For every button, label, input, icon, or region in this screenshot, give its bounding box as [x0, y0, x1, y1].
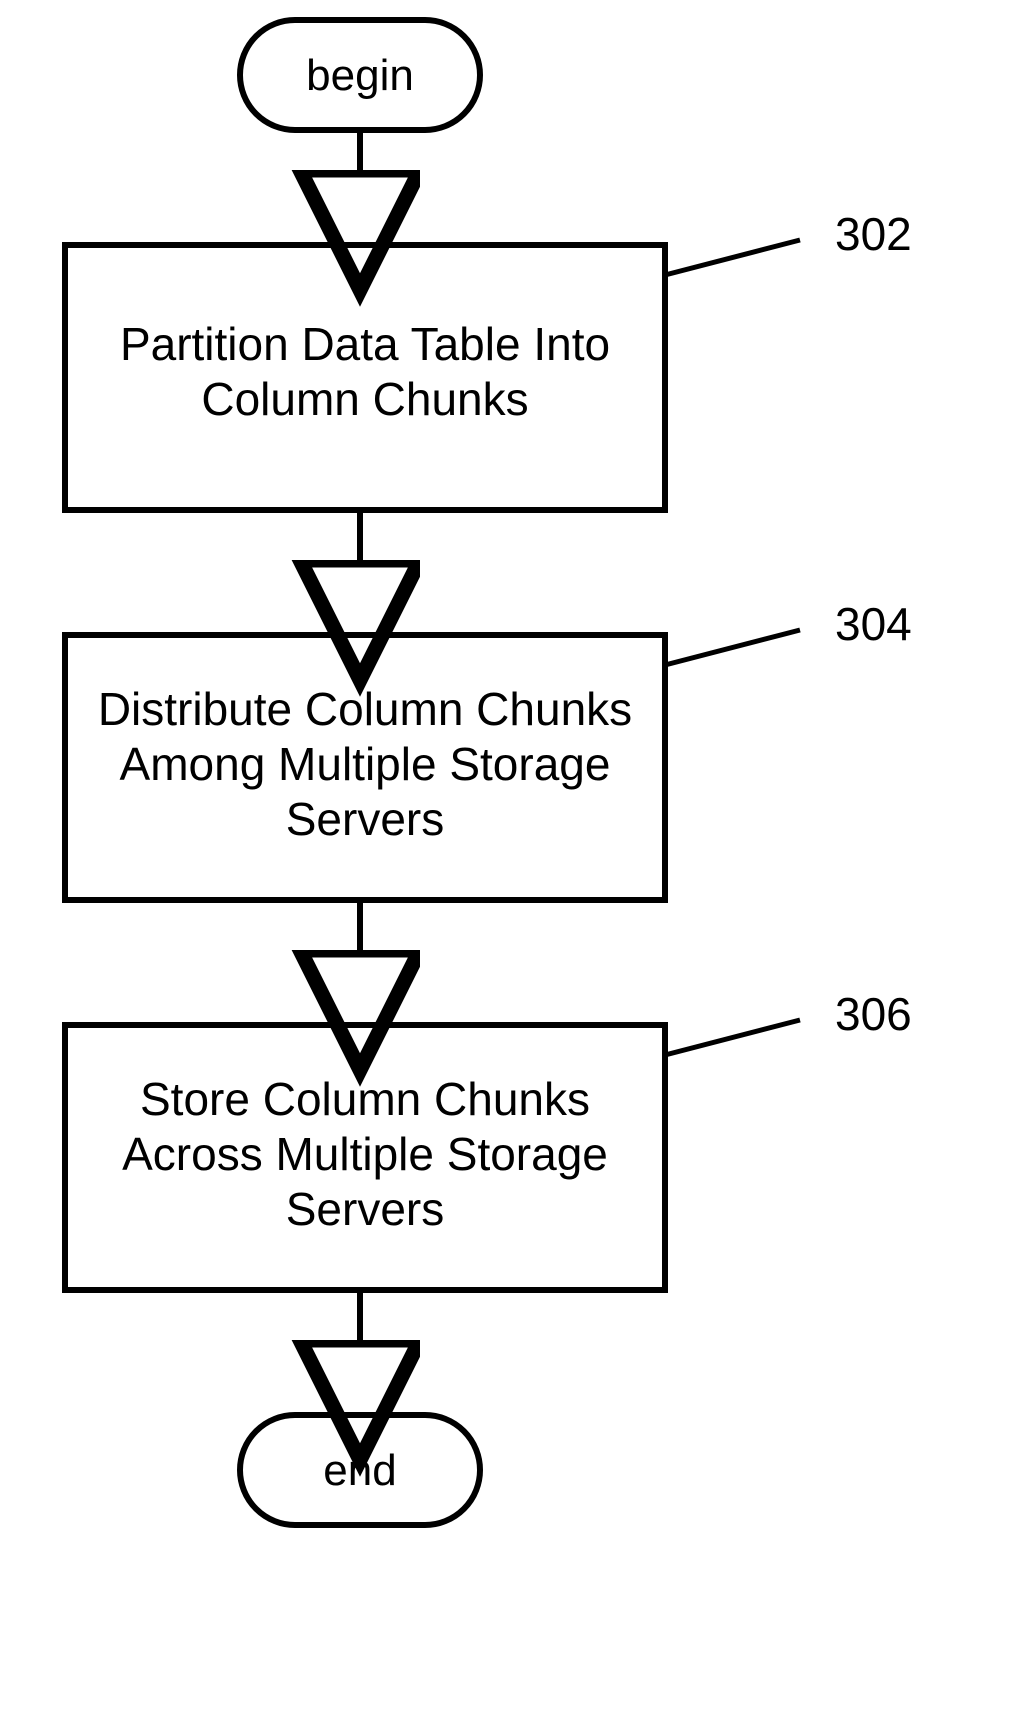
- process-306: Store Column Chunks Across Multiple Stor…: [65, 1025, 665, 1290]
- ref-leader-304: [665, 630, 800, 665]
- terminator-end-label: end: [323, 1446, 396, 1495]
- process-306-line1: Store Column Chunks: [140, 1073, 590, 1125]
- terminator-begin: begin: [240, 20, 480, 130]
- flowchart-canvas: begin Partition Data Table Into Column C…: [0, 0, 1017, 1720]
- ref-label-306: 306: [835, 988, 912, 1040]
- process-304-line3: Servers: [286, 793, 444, 845]
- ref-leader-306: [665, 1020, 800, 1055]
- process-302-line1: Partition Data Table Into: [120, 318, 610, 370]
- ref-leader-302: [665, 240, 800, 275]
- ref-label-304: 304: [835, 598, 912, 650]
- process-304-line2: Among Multiple Storage: [120, 738, 611, 790]
- flowchart-svg: begin Partition Data Table Into Column C…: [0, 0, 1017, 1720]
- ref-label-302: 302: [835, 208, 912, 260]
- process-302: Partition Data Table Into Column Chunks: [65, 245, 665, 510]
- process-302-line2: Column Chunks: [201, 373, 528, 425]
- process-304-line1: Distribute Column Chunks: [98, 683, 632, 735]
- process-306-line2: Across Multiple Storage: [122, 1128, 608, 1180]
- terminator-begin-label: begin: [306, 51, 414, 100]
- process-304: Distribute Column Chunks Among Multiple …: [65, 635, 665, 900]
- terminator-end: end: [240, 1415, 480, 1525]
- process-306-line3: Servers: [286, 1183, 444, 1235]
